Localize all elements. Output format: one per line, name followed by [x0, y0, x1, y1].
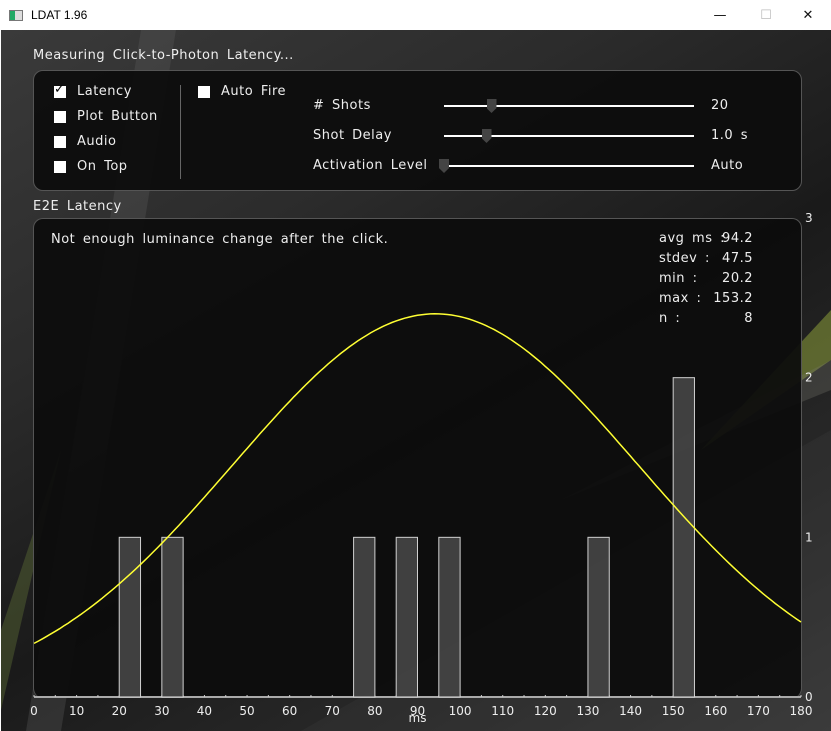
x-tick-label: 130	[576, 704, 599, 718]
histogram-bar	[672, 377, 695, 698]
x-tick-label: 110	[491, 704, 514, 718]
histogram-bar	[438, 536, 461, 698]
minimize-button[interactable]: —	[697, 0, 743, 30]
y-tick-label: 0	[805, 690, 813, 704]
x-tick-label: 80	[367, 704, 382, 718]
x-tick-label: 100	[449, 704, 472, 718]
message-text: Not enough luminance change after the cl…	[51, 232, 389, 247]
title-bar: LDAT 1.96 — ☐ ✕	[0, 0, 831, 30]
y-tick-label: 3	[805, 211, 813, 225]
stat-label: n :	[659, 311, 681, 326]
main-window: Measuring Click-to-Photon Latency... Lat…	[1, 30, 831, 731]
x-tick-label: 20	[112, 704, 127, 718]
histogram-bar	[587, 536, 610, 698]
histogram-bar	[161, 536, 184, 698]
x-tick-label: 170	[747, 704, 770, 718]
stat-value: 20.2	[722, 271, 753, 286]
stat-label: max :	[659, 291, 702, 306]
x-tick-label: 40	[197, 704, 212, 718]
x-tick-label: 140	[619, 704, 642, 718]
window-title: LDAT 1.96	[31, 8, 88, 22]
x-tick-label: 150	[662, 704, 685, 718]
histogram-bar	[353, 536, 376, 698]
x-axis-label: ms	[409, 711, 427, 725]
histogram-bar	[395, 536, 419, 698]
stat-value: 94.2	[722, 231, 753, 246]
x-tick-label: 30	[154, 704, 169, 718]
histogram-chart: 0 10 20 30 40 50 60 70 80 90 100 110 120 130 140 150 160…	[30, 211, 813, 725]
x-tick-label: 0	[30, 704, 38, 718]
y-tick-label: 2	[805, 371, 813, 385]
x-tick-label: 120	[534, 704, 557, 718]
histogram-bar	[118, 536, 142, 698]
y-tick-label: 1	[805, 530, 813, 544]
stat-value: 153.2	[713, 291, 753, 306]
stat-label: min :	[659, 271, 698, 286]
maximize-button[interactable]: ☐	[743, 0, 789, 30]
app-icon	[9, 9, 23, 21]
stat-value: 47.5	[722, 251, 753, 266]
x-tick-label: 10	[69, 704, 84, 718]
x-tick-label: 180	[790, 704, 813, 718]
x-tick-label: 50	[239, 704, 254, 718]
x-tick-label: 160	[704, 704, 727, 718]
stat-value: 8	[744, 311, 753, 326]
x-tick-label: 60	[282, 704, 297, 718]
x-tick-label: 70	[325, 704, 340, 718]
close-button[interactable]: ✕	[785, 0, 831, 30]
